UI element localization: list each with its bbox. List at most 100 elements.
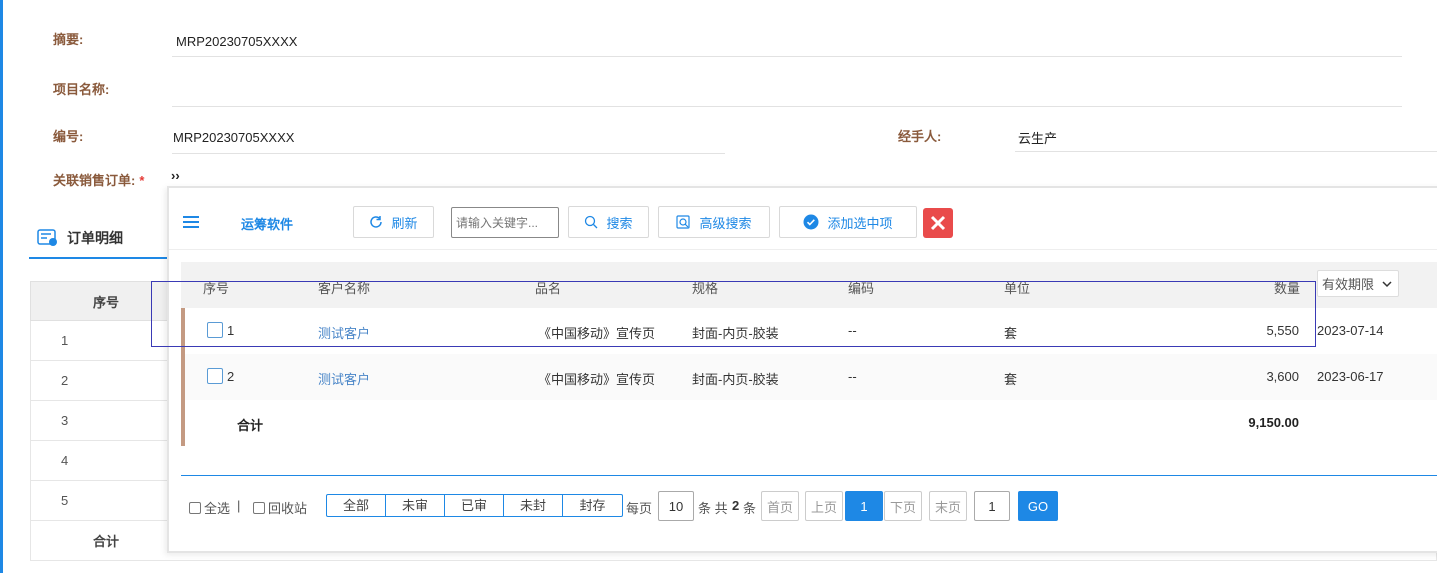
- handler-underline: [1015, 151, 1437, 152]
- total-count: 2: [732, 498, 740, 513]
- per-page-input[interactable]: 10: [658, 491, 694, 521]
- filter-unsealed[interactable]: 未封: [504, 495, 563, 516]
- search-button[interactable]: 搜索: [568, 206, 649, 238]
- row-product: 《中国移动》宣传页: [538, 372, 656, 387]
- handler-field[interactable]: 云生产: [1018, 128, 1057, 147]
- refresh-button-label: 刷新: [391, 215, 418, 231]
- check-circle-icon: [803, 214, 819, 230]
- related-order-toggle[interactable]: ››: [171, 168, 180, 183]
- row-product: 《中国移动》宣传页: [538, 326, 656, 341]
- filter-unaudited[interactable]: 未审: [386, 495, 445, 516]
- code-label: 编号:: [53, 129, 84, 144]
- footer-separator: |: [237, 498, 241, 513]
- tab-order-detail[interactable]: 订单明细: [29, 219, 169, 259]
- filter-all[interactable]: 全部: [327, 495, 386, 516]
- popup-toolbar: 运筹软件 刷新 搜索: [169, 188, 1437, 250]
- row-code: --: [848, 369, 857, 384]
- goto-page-input[interactable]: 1: [974, 491, 1010, 521]
- project-underline: [172, 106, 1402, 107]
- row-qty: 5,550: [1266, 323, 1299, 338]
- refresh-button[interactable]: 刷新: [353, 206, 434, 238]
- page: 摘要: MRP20230705XXXX 项目名称: 编号: MRP2023070…: [0, 0, 1437, 573]
- grid-total-label: 合计: [237, 418, 264, 433]
- row-expiry: 2023-06-17: [1317, 369, 1384, 384]
- row-unit: 套: [1004, 372, 1018, 387]
- popup-footer: 全选 | 回收站 全部 未审 已审 未封 封存 每页 10 条 共 2 条 首页…: [181, 475, 1437, 535]
- left-accent-bar: [0, 0, 3, 573]
- row-no: 1: [227, 323, 235, 338]
- total-suffix: 条: [743, 501, 757, 516]
- advanced-search-button-label: 高级搜索: [699, 215, 752, 231]
- add-selected-button[interactable]: 添加选中项: [779, 206, 917, 238]
- col-expiry: 有效期限: [1322, 277, 1375, 292]
- row-checkbox[interactable]: [207, 368, 223, 384]
- current-page-button[interactable]: 1: [845, 491, 883, 521]
- order-detail-header-no: 序号: [92, 294, 119, 310]
- select-all-box[interactable]: [189, 501, 201, 514]
- select-all-checkbox[interactable]: 全选: [189, 498, 230, 517]
- col-qty: 数量: [1274, 281, 1301, 296]
- close-icon: [930, 215, 946, 231]
- per-page-label: 每页: [626, 501, 653, 516]
- col-product: 品名: [535, 281, 562, 296]
- col-no: 序号: [203, 281, 230, 296]
- grid-total-qty: 9,150.00: [1248, 415, 1299, 430]
- chevron-down-icon: [1382, 280, 1392, 287]
- tab-order-detail-label: 订单明细: [67, 230, 123, 246]
- col-customer: 客户名称: [318, 281, 371, 296]
- required-mark: *: [139, 173, 145, 188]
- row-code: --: [848, 323, 857, 338]
- last-page-button[interactable]: 末页: [929, 491, 967, 521]
- recycle-checkbox[interactable]: 回收站: [253, 498, 307, 517]
- first-page-button[interactable]: 首页: [761, 491, 799, 521]
- refresh-icon: [370, 216, 383, 228]
- col-code: 编码: [848, 281, 875, 296]
- summary-field[interactable]: MRP20230705XXXX: [176, 34, 297, 49]
- summary-underline: [172, 56, 1402, 57]
- search-input[interactable]: [451, 207, 559, 238]
- order-detail-total-label: 合计: [92, 534, 119, 549]
- row-expiry: 2023-07-14: [1317, 323, 1384, 338]
- row-customer-link[interactable]: 测试客户: [318, 369, 370, 388]
- filter-sealed[interactable]: 封存: [563, 495, 622, 516]
- grid-total-row: 合计 9,150.00: [181, 400, 1437, 446]
- add-selected-button-label: 添加选中项: [827, 215, 893, 231]
- select-all-label: 全选: [204, 501, 231, 516]
- menu-icon[interactable]: [183, 216, 199, 228]
- advanced-search-button[interactable]: 高级搜索: [658, 206, 770, 238]
- row-checkbox[interactable]: [207, 322, 223, 338]
- summary-label: 摘要:: [53, 32, 84, 47]
- close-button[interactable]: [923, 208, 953, 238]
- code-field[interactable]: MRP20230705XXXX: [173, 130, 294, 145]
- grid-header: 序号 客户名称 品名 规格 编码 单位 数量 有效期限: [181, 262, 1437, 308]
- related-order-label: 关联销售订单: *: [53, 170, 144, 189]
- total-prefix: 条 共: [698, 501, 728, 516]
- row-unit: 套: [1004, 326, 1018, 341]
- row-customer-link[interactable]: 测试客户: [318, 323, 370, 342]
- sales-order-grid: 序号 客户名称 品名 规格 编码 单位 数量 有效期限 1 测试客户 《中国移动…: [181, 262, 1437, 446]
- sales-order-picker-popup: 运筹软件 刷新 搜索: [167, 186, 1437, 553]
- recycle-label: 回收站: [268, 501, 308, 516]
- status-filter-group: 全部 未审 已审 未封 封存: [326, 494, 623, 517]
- order-list-icon: [37, 229, 57, 246]
- next-page-button[interactable]: 下页: [884, 491, 922, 521]
- col-expiry-select[interactable]: 有效期限: [1317, 270, 1399, 297]
- col-spec: 规格: [692, 281, 719, 296]
- related-order-label-text: 关联销售订单:: [53, 173, 136, 188]
- search-icon: [585, 215, 598, 229]
- brand-label: 运筹软件: [241, 217, 294, 232]
- table-row[interactable]: 1 测试客户 《中国移动》宣传页 封面-内页-胶装 -- 套 5,550 202…: [181, 308, 1437, 354]
- handler-label: 经手人:: [898, 129, 942, 144]
- table-row[interactable]: 2 测试客户 《中国移动》宣传页 封面-内页-胶装 -- 套 3,600 202…: [181, 354, 1437, 400]
- filter-audited[interactable]: 已审: [445, 495, 504, 516]
- row-qty: 3,600: [1266, 369, 1299, 384]
- row-spec: 封面-内页-胶装: [692, 372, 779, 387]
- col-unit: 单位: [1004, 281, 1031, 296]
- prev-page-button[interactable]: 上页: [805, 491, 843, 521]
- recycle-box[interactable]: [253, 501, 265, 514]
- code-underline: [172, 153, 725, 154]
- go-button[interactable]: GO: [1018, 491, 1058, 521]
- search-button-label: 搜索: [606, 215, 633, 231]
- row-no: 2: [227, 369, 235, 384]
- advanced-search-icon: [676, 214, 691, 229]
